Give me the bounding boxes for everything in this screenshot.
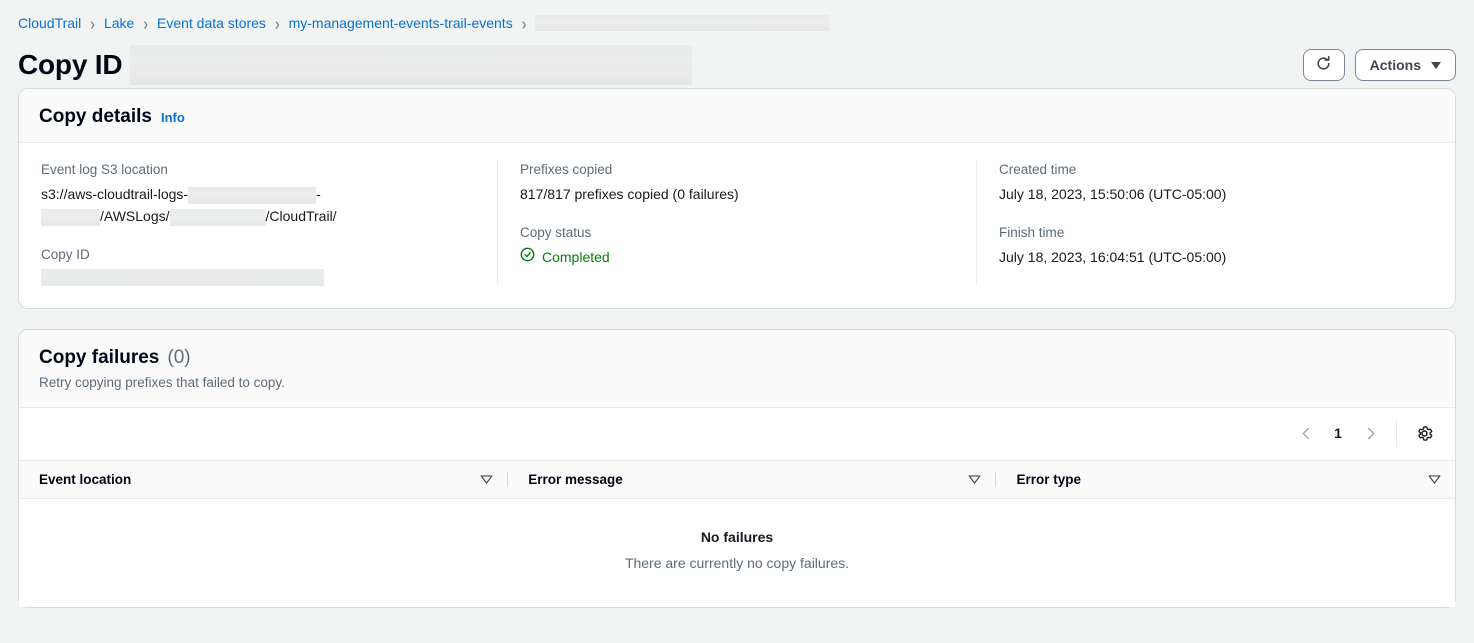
column-header-event-location[interactable]: Event location — [19, 461, 507, 499]
page-title-redacted-value — [130, 45, 692, 85]
s3-location-dash: - — [316, 186, 321, 202]
field-value-created-time: July 18, 2023, 15:50:06 (UTC-05:00) — [999, 184, 1433, 206]
details-column-right: Created time July 18, 2023, 15:50:06 (UT… — [976, 161, 1455, 286]
column-header-error-type[interactable]: Error type — [995, 461, 1455, 499]
column-header-error-message-label: Error message — [528, 472, 623, 487]
table-header-row: Event location Error message — [19, 461, 1455, 499]
chevron-down-icon — [1431, 62, 1441, 69]
details-column-middle: Prefixes copied 817/817 prefixes copied … — [497, 161, 976, 286]
copy-failures-title: Copy failures — [39, 348, 159, 367]
field-label-copy-status: Copy status — [520, 224, 954, 242]
sort-descending-icon[interactable] — [480, 472, 493, 487]
field-label-created-time: Created time — [999, 161, 1433, 179]
s3-location-suffix: /CloudTrail/ — [266, 208, 337, 224]
actions-button[interactable]: Actions — [1355, 49, 1456, 81]
field-value-prefixes-copied: 817/817 prefixes copied (0 failures) — [520, 184, 954, 206]
check-circle-icon — [520, 247, 535, 269]
copy-failures-header: Copy failures (0) Retry copying prefixes… — [19, 330, 1455, 409]
copy-failures-card: Copy failures (0) Retry copying prefixes… — [18, 329, 1456, 609]
breadcrumb-item-lake[interactable]: Lake — [104, 15, 134, 31]
field-label-s3-location: Event log S3 location — [41, 161, 475, 179]
actions-button-label: Actions — [1370, 57, 1421, 73]
field-copy-status: Copy status Completed — [520, 224, 954, 269]
s3-location-prefix: s3://aws-cloudtrail-logs- — [41, 186, 188, 202]
empty-state: No failures There are currently no copy … — [19, 499, 1455, 608]
breadcrumb-item-event-data-stores[interactable]: Event data stores — [157, 15, 266, 31]
copy-id-redacted-value — [41, 269, 324, 286]
pagination-next-button[interactable] — [1356, 419, 1384, 447]
copy-failures-table: Event location Error message — [19, 460, 1455, 607]
table-header: Event location Error message — [19, 461, 1455, 499]
page-title-group: Copy ID — [18, 45, 692, 85]
copy-failures-count: (0) — [167, 348, 190, 367]
breadcrumb-separator-icon: › — [522, 14, 527, 32]
copy-failures-description: Retry copying prefixes that failed to co… — [39, 374, 1435, 392]
refresh-icon — [1315, 55, 1332, 75]
sort-descending-icon[interactable] — [968, 472, 981, 487]
table-empty-row: No failures There are currently no copy … — [19, 499, 1455, 608]
field-created-time: Created time July 18, 2023, 15:50:06 (UT… — [999, 161, 1433, 206]
gear-icon[interactable] — [1409, 418, 1439, 448]
s3-location-awslogs: /AWSLogs/ — [100, 208, 170, 224]
breadcrumb: CloudTrail › Lake › Event data stores › … — [0, 0, 1474, 34]
details-column-left: Event log S3 location s3://aws-cloudtrai… — [19, 161, 497, 286]
status-badge: Completed — [520, 247, 610, 269]
page-actions: Actions — [1303, 49, 1456, 81]
copy-details-card: Copy details Info Event log S3 location … — [18, 88, 1456, 309]
copy-details-header: Copy details Info — [19, 89, 1455, 143]
s3-location-redacted-account — [188, 187, 316, 204]
page-header: Copy ID Actions — [0, 34, 1474, 88]
breadcrumb-separator-icon: › — [90, 14, 95, 32]
field-value-s3-location: s3://aws-cloudtrail-logs- - /AWSLogs/ /Clo… — [41, 184, 475, 227]
field-finish-time: Finish time July 18, 2023, 16:04:51 (UTC… — [999, 224, 1433, 269]
breadcrumb-item-event-data-store-name[interactable]: my-management-events-trail-events — [289, 15, 513, 31]
empty-state-title: No failures — [19, 529, 1455, 545]
field-label-copy-id: Copy ID — [41, 246, 475, 264]
field-copy-id: Copy ID — [41, 246, 475, 286]
copy-details-title: Copy details — [39, 107, 152, 126]
table-body: No failures There are currently no copy … — [19, 499, 1455, 608]
column-header-error-type-label: Error type — [1016, 472, 1081, 487]
copy-details-grid: Event log S3 location s3://aws-cloudtrai… — [19, 143, 1455, 308]
field-value-finish-time: July 18, 2023, 16:04:51 (UTC-05:00) — [999, 247, 1433, 269]
field-prefixes-copied: Prefixes copied 817/817 prefixes copied … — [520, 161, 954, 206]
breadcrumb-item-redacted[interactable] — [535, 15, 829, 31]
field-value-copy-status: Completed — [520, 247, 954, 269]
field-label-finish-time: Finish time — [999, 224, 1433, 242]
breadcrumb-separator-icon: › — [275, 14, 280, 32]
info-link[interactable]: Info — [161, 110, 185, 125]
page-title: Copy ID — [18, 47, 122, 83]
empty-state-subtitle: There are currently no copy failures. — [19, 555, 1455, 571]
field-label-prefixes-copied: Prefixes copied — [520, 161, 954, 179]
breadcrumb-item-cloudtrail[interactable]: CloudTrail — [18, 15, 81, 31]
column-header-event-location-label: Event location — [39, 472, 131, 487]
s3-location-redacted-region — [41, 209, 100, 226]
sort-descending-icon[interactable] — [1428, 472, 1441, 487]
column-header-error-message[interactable]: Error message — [507, 461, 995, 499]
status-badge-label: Completed — [542, 247, 610, 269]
field-value-copy-id — [41, 269, 475, 286]
breadcrumb-separator-icon: › — [143, 14, 148, 32]
table-toolbar: 1 — [19, 408, 1455, 460]
refresh-button[interactable] — [1303, 49, 1345, 81]
pagination: 1 — [1292, 419, 1397, 447]
s3-location-redacted-id — [170, 209, 266, 226]
pagination-previous-button[interactable] — [1292, 419, 1320, 447]
pagination-page-1[interactable]: 1 — [1326, 425, 1350, 441]
field-s3-location: Event log S3 location s3://aws-cloudtrai… — [41, 161, 475, 228]
